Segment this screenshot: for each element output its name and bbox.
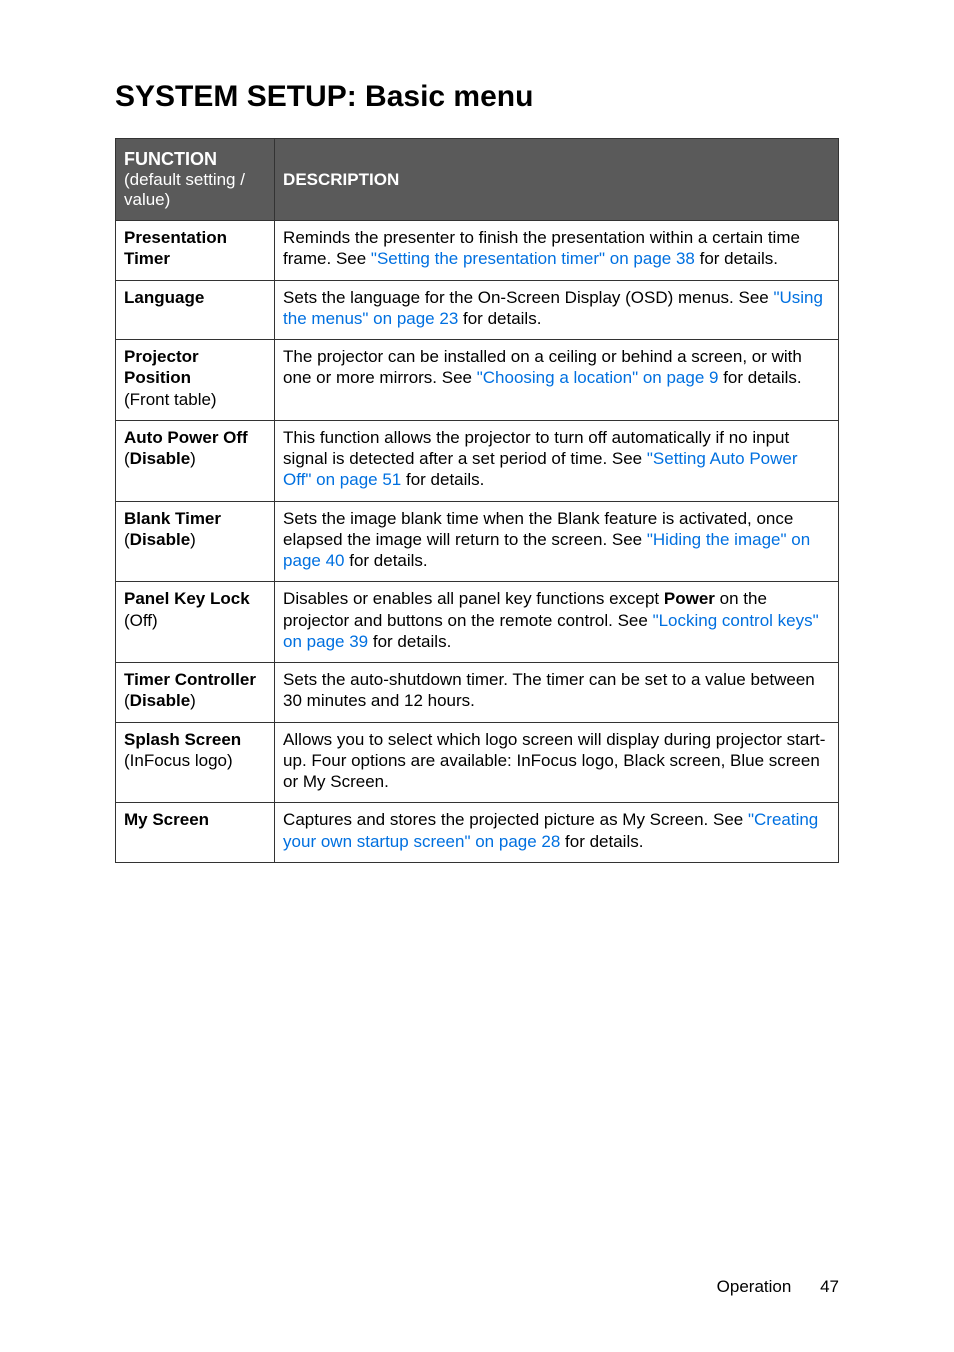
function-cell: Panel Key Lock (Off) [116,582,275,663]
description-cell: Sets the auto-shutdown timer. The timer … [275,663,839,723]
description-text: Disables or enables all panel key functi… [283,589,664,608]
function-cell: Auto Power Off(Disable) [116,420,275,501]
cross-reference-link[interactable]: "Setting the presentation timer" on page… [371,249,695,268]
description-cell: Sets the image blank time when the Blank… [275,501,839,582]
function-cell: Projector Position(Front table) [116,340,275,421]
table-row: Timer Controller(Disable)Sets the auto-s… [116,663,839,723]
function-name: My Screen [124,809,266,830]
function-setting: (Disable) [124,691,196,710]
function-cell: Presentation Timer [116,221,275,281]
table-row: Splash Screen(InFocus logo)Allows you to… [116,722,839,803]
header-description: DESCRIPTION [275,139,839,221]
description-cell: This function allows the projector to tu… [275,420,839,501]
footer-page-number: 47 [820,1277,839,1297]
description-text-post: for details. [401,470,484,489]
function-cell: Splash Screen(InFocus logo) [116,722,275,803]
table-row: Panel Key Lock (Off) Disables or enables a… [116,582,839,663]
function-cell: My Screen [116,803,275,863]
description-text-post: for details. [560,832,643,851]
table-row: My Screen Captures and stores the project… [116,803,839,863]
function-setting: (InFocus logo) [124,751,233,770]
description-cell: Reminds the presenter to finish the pres… [275,221,839,281]
function-name: Splash Screen [124,729,266,750]
function-name: Projector Position [124,346,266,389]
function-setting: (Front table) [124,390,217,409]
function-cell: Blank Timer(Disable) [116,501,275,582]
description-cell: Sets the language for the On-Screen Disp… [275,280,839,340]
description-text-post: for details. [368,632,451,651]
function-name: Blank Timer [124,508,266,529]
description-text: Captures and stores the projected pictur… [283,810,748,829]
description-text-post: for details. [458,309,541,328]
function-setting: (Off) [124,611,158,630]
function-name: Language [124,287,266,308]
description-text: Sets the auto-shutdown timer. The timer … [283,670,815,710]
function-cell: Timer Controller(Disable) [116,663,275,723]
description-text: Allows you to select which logo screen w… [283,730,825,792]
function-name: Panel Key Lock [124,588,266,609]
description-text-post: for details. [718,368,801,387]
description-cell: Disables or enables all panel key functi… [275,582,839,663]
description-cell: Captures and stores the projected pictur… [275,803,839,863]
page-title: SYSTEM SETUP: Basic menu [115,80,839,114]
table-row: Presentation TimerReminds the presenter … [116,221,839,281]
function-cell: Language [116,280,275,340]
function-name: Auto Power Off [124,427,266,448]
function-setting: (Disable) [124,530,196,549]
page-footer: Operation 47 [717,1277,839,1297]
description-text: Sets the language for the On-Screen Disp… [283,288,773,307]
footer-section: Operation [717,1277,792,1296]
description-text-post: for details. [695,249,778,268]
function-name: Timer Controller [124,669,266,690]
function-setting: (Disable) [124,449,196,468]
settings-table: FUNCTION (default setting / value) DESCR… [115,138,839,863]
table-row: Projector Position(Front table)The proje… [116,340,839,421]
table-row: Blank Timer(Disable)Sets the image blank… [116,501,839,582]
function-name: Presentation Timer [124,227,266,270]
table-row: Auto Power Off(Disable)This function all… [116,420,839,501]
table-row: Language Sets the language for the On-Scr… [116,280,839,340]
cross-reference-link[interactable]: "Choosing a location" on page 9 [477,368,719,387]
description-bold: Power [664,589,715,608]
header-function: FUNCTION (default setting / value) [116,139,275,221]
description-text-post: for details. [345,551,428,570]
description-cell: Allows you to select which logo screen w… [275,722,839,803]
description-cell: The projector can be installed on a ceil… [275,340,839,421]
